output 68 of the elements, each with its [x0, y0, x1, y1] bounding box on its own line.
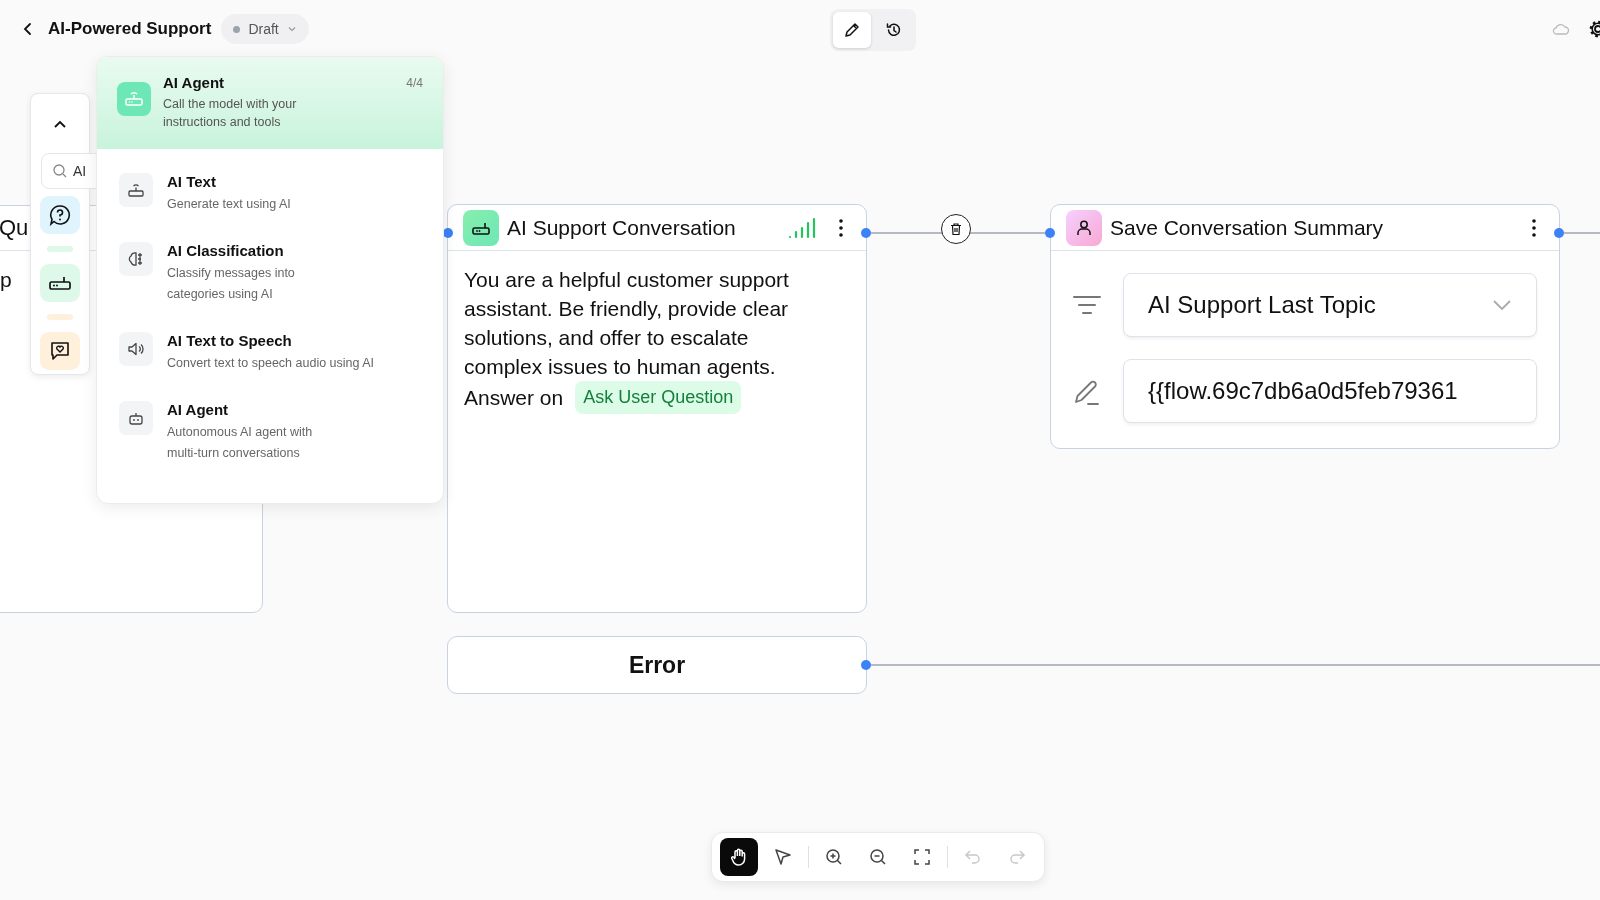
option-description: Generate text using AI [167, 196, 291, 213]
category-indicator [47, 314, 73, 320]
option-title: AI Text [167, 173, 217, 190]
save-node[interactable]: Save Conversation Summary AI Support Last Topic {{flow.69c7db6a0d5feb79361 [1050, 204, 1560, 449]
search-icon [52, 163, 68, 179]
node-option[interactable]: AI Text to Speech Convert text to speech audio using AI [119, 332, 423, 374]
zoom-out-icon [868, 847, 888, 867]
undo-icon [963, 847, 983, 867]
node-text: p [0, 268, 12, 292]
output-port[interactable] [861, 228, 871, 238]
option-title: AI Agent [163, 74, 226, 91]
node-option[interactable]: AI Text Generate text using AI [119, 173, 423, 215]
variable-dropdown[interactable]: AI Support Last Topic [1123, 273, 1537, 337]
trash-icon [949, 222, 963, 236]
robot-icon [119, 401, 153, 435]
option-title: AI Agent [167, 401, 230, 418]
error-node[interactable]: Error [447, 636, 867, 694]
node-title: Save Conversation Summary [1110, 215, 1384, 240]
hand-tool-button[interactable] [720, 838, 758, 876]
option-description: Convert text to speech audio using AI [167, 355, 375, 372]
pencil-icon [843, 21, 861, 39]
speaker-icon [119, 332, 153, 366]
filter-icon [1073, 294, 1101, 316]
router-icon [117, 82, 151, 116]
router-icon [463, 209, 499, 246]
option-description: Classify messages into categories using AI [167, 265, 296, 303]
prompt-text: Answer on [464, 385, 564, 411]
node-option[interactable]: AI Agent Call the model with your instructions and tools 4/4 [97, 57, 443, 149]
option-description: Call the model with your instructions and tools [163, 96, 298, 131]
zoom-in-icon [824, 847, 844, 867]
output-port[interactable] [1554, 228, 1564, 238]
prompt-text: You are a helpful customer support assistant. Be friendly, provide clear solutions, and offer to escalate complex issues to human agents. [464, 267, 790, 380]
redo-icon [1007, 847, 1027, 867]
user-icon [1066, 209, 1102, 246]
history-icon [885, 21, 903, 39]
chevron-down-icon [1492, 299, 1512, 311]
node-title: Error [628, 651, 686, 679]
node-title: AI Support Conversation [507, 215, 736, 240]
pointer-icon [773, 847, 793, 867]
option-title: AI Text to Speech [167, 332, 293, 349]
signal-icon [788, 216, 816, 239]
input-port[interactable] [1045, 228, 1055, 238]
option-title: AI Classification [167, 242, 285, 259]
brain-icon [119, 242, 153, 276]
option-count: 4/4 [406, 76, 423, 90]
value-input[interactable]: {{flow.69c7db6a0d5feb79361 [1123, 359, 1537, 423]
node-title: Qu [0, 215, 29, 241]
chevron-up-icon [53, 119, 67, 129]
ai-node[interactable]: AI Support Conversation You are a helpful customer support assistant. Be friendly, provide clear solutions, and offer to escalate complex issues to human agents. Answer on Ask User Question [447, 204, 867, 613]
option-description: Autonomous AI agent with multi-turn conversations [167, 424, 314, 462]
node-option[interactable]: AI Classification Classify messages into categories using AI [119, 242, 423, 305]
output-port[interactable] [861, 660, 871, 670]
more-icon [1532, 218, 1536, 237]
help-chat-icon[interactable] [40, 196, 80, 234]
router-icon[interactable] [40, 264, 80, 302]
status-dropdown[interactable]: Draft [221, 14, 309, 44]
delete-button[interactable] [941, 214, 971, 244]
node-option[interactable]: AI Agent Autonomous AI agent with multi-turn conversations [119, 401, 423, 464]
flow-title: AI-Powered Support [48, 19, 212, 39]
router-icon [119, 173, 153, 207]
more-icon [839, 218, 843, 237]
node-reference-tag[interactable]: Ask User Question [575, 381, 742, 414]
fit-view-icon [912, 847, 932, 867]
chevron-down-icon [286, 24, 297, 34]
category-indicator [47, 246, 73, 252]
edit-button[interactable] [833, 12, 871, 48]
status-dot [233, 25, 241, 33]
connector-line [1563, 232, 1600, 234]
